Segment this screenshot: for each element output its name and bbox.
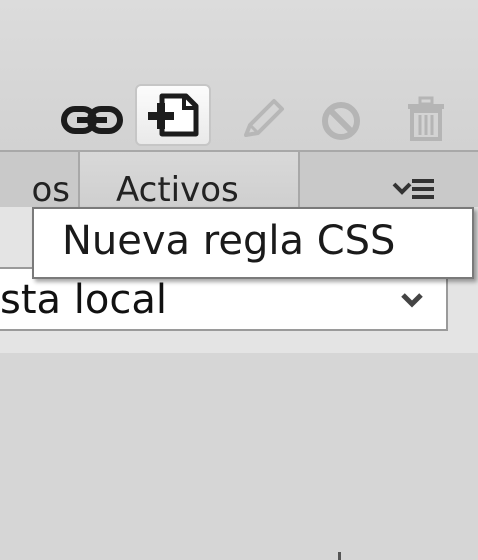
prohibited-icon <box>322 102 360 140</box>
new-css-rule-button[interactable] <box>135 84 211 146</box>
pencil-icon <box>244 99 284 137</box>
chevron-down-icon[interactable] <box>400 291 424 309</box>
new-document-plus-icon <box>148 93 199 137</box>
panel-menu-icon[interactable] <box>392 176 436 202</box>
delete-rule-button[interactable] <box>396 92 456 146</box>
css-styles-toolbar <box>0 0 478 150</box>
tab-previous[interactable]: os <box>0 152 80 207</box>
new-css-rule-tooltip: Nueva regla CSS <box>32 207 474 279</box>
site-view-select-value: sta local <box>0 277 167 323</box>
tooltip-text: Nueva regla CSS <box>62 218 396 264</box>
disable-rule-button[interactable] <box>316 96 366 146</box>
tab-previous-label: os <box>31 170 70 207</box>
panel-tab-bar: os Activos <box>0 150 478 207</box>
tab-activos[interactable]: Activos <box>80 152 300 207</box>
attach-style-sheet-button[interactable] <box>60 100 124 140</box>
trash-icon <box>408 96 444 141</box>
panel-options-area <box>300 152 478 207</box>
divider-tick <box>338 552 341 560</box>
chain-link-icon <box>61 106 123 134</box>
edit-rule-button[interactable] <box>233 94 293 144</box>
tab-activos-label: Activos <box>116 170 239 207</box>
